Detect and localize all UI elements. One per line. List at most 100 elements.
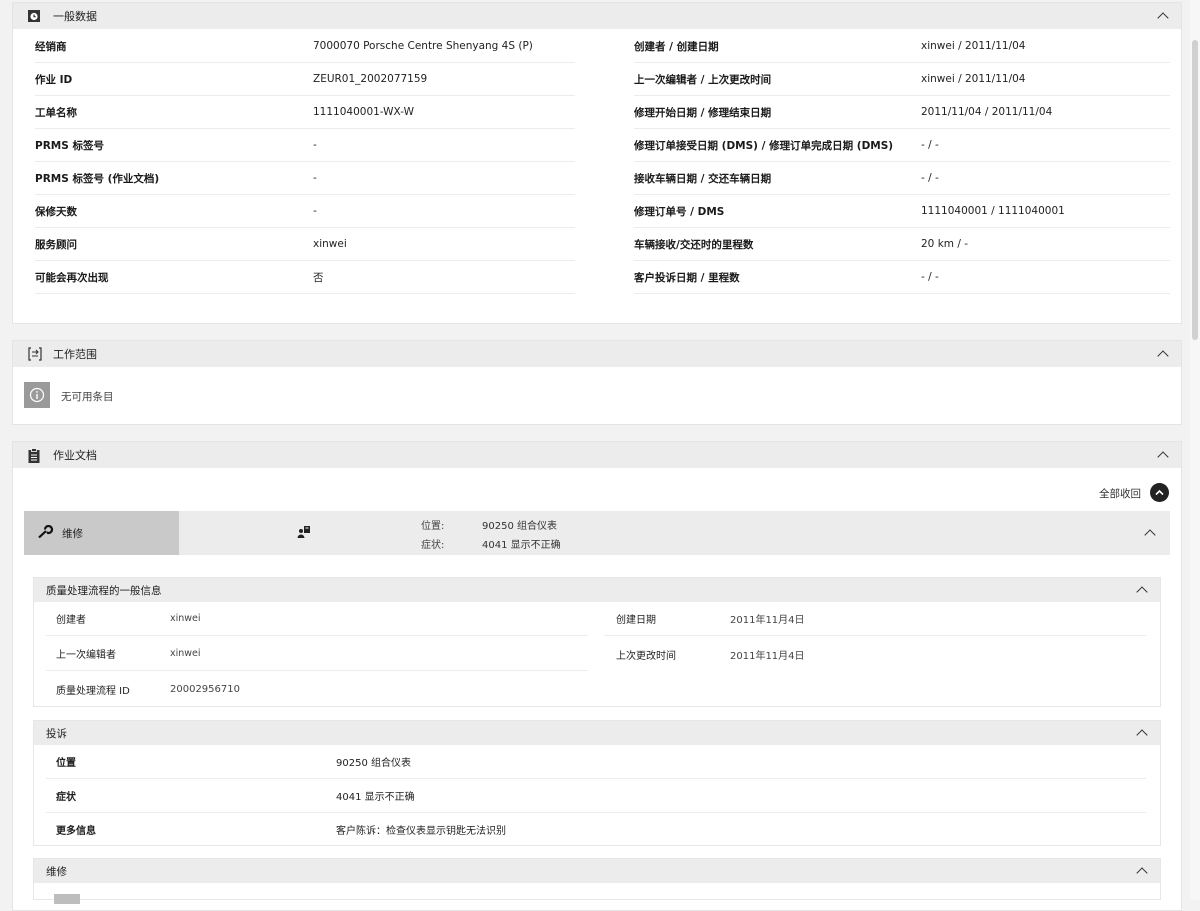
field-label: 上一次编辑者 / 上次更改时间 [634, 73, 772, 86]
field-value: - [313, 172, 317, 184]
info-icon [24, 382, 50, 408]
general-data-header[interactable]: 一般数据 [13, 3, 1181, 29]
chevron-up-icon[interactable] [1136, 729, 1148, 741]
chevron-up-icon[interactable] [1136, 586, 1148, 598]
repair-tab-bar: 维修 位置: 90250 组合仪表 症状: 4041 显示不正确 [24, 511, 1170, 555]
field-value: - / - [921, 172, 939, 184]
field-label: 服务顾问 [35, 238, 77, 251]
wrench-icon [38, 524, 54, 542]
created-date-value: 2011年11月4日 [730, 615, 805, 626]
field-value: 1111040001-WX-W [313, 106, 414, 118]
scrollbar[interactable] [1190, 0, 1200, 900]
field-label: 修理订单接受日期 (DMS) / 修理订单完成日期 (DMS) [634, 139, 894, 152]
general-row-left: 工单名称 1111040001-WX-W [35, 96, 575, 129]
repair-item-icon [54, 894, 80, 904]
chevron-up-icon[interactable] [1136, 867, 1148, 879]
process-id-row: 质量处理流程 ID 20002956710 [46, 672, 588, 706]
creator-label: 创建者 [56, 615, 86, 626]
last-changed-row: 上次更改时间 2011年11月4日 [604, 637, 1146, 671]
repair-header[interactable]: 维修 [34, 859, 1160, 883]
work-scope-header[interactable]: 工作范围 [13, 341, 1181, 367]
general-row-left: 可能会再次出现 否 [35, 261, 575, 294]
field-value: 20 km / - [921, 238, 969, 250]
complaint-symptom-label: 症状 [56, 792, 76, 803]
field-label: PRMS 标签号 [35, 139, 104, 152]
symptom-label: 症状: [421, 540, 445, 551]
complaint-panel: 投诉 位置 90250 组合仪表 症状 4041 显示不正确 更多信息 客户陈诉… [33, 720, 1161, 846]
tab-repair[interactable]: 维修 [24, 511, 179, 555]
field-label: 工单名称 [35, 106, 77, 119]
general-row-left: 作业 ID ZEUR01_2002077159 [35, 63, 575, 96]
general-row-right: 接收车辆日期 / 交还车辆日期 - / - [634, 162, 1170, 195]
complaint-header[interactable]: 投诉 [34, 721, 1160, 745]
created-date-row: 创建日期 2011年11月4日 [604, 602, 1146, 636]
general-row-right: 修理开始日期 / 修理结束日期 2011/11/04 / 2011/11/04 [634, 96, 1170, 129]
chevron-up-icon[interactable] [1157, 350, 1169, 362]
complaint-position-label: 位置 [56, 758, 76, 769]
general-row-right: 修理订单号 / DMS 1111040001 / 1111040001 [634, 195, 1170, 228]
work-scope-panel: 工作范围 无可用条目 [12, 340, 1182, 425]
complaint-position-row: 位置 90250 组合仪表 [46, 745, 1146, 779]
complaint-more-row: 更多信息 客户陈诉：检查仪表显示钥匙无法识别 [46, 812, 1146, 846]
scrollbar-thumb[interactable] [1192, 40, 1198, 340]
general-row-right: 客户投诉日期 / 里程数 - / - [634, 261, 1170, 294]
repair-panel: 维修 [33, 858, 1161, 904]
chevron-up-icon[interactable] [1157, 12, 1169, 24]
no-entries-text: 无可用条目 [61, 391, 114, 403]
creator-row: 创建者 xinwei [46, 602, 588, 636]
chevron-up-icon[interactable] [1144, 529, 1156, 541]
created-date-label: 创建日期 [616, 615, 656, 626]
repair-title: 维修 [46, 865, 67, 878]
field-label: 可能会再次出现 [35, 271, 109, 284]
field-label: 车辆接收/交还时的里程数 [634, 238, 754, 251]
general-row-right: 创建者 / 创建日期 xinwei / 2011/11/04 [634, 30, 1170, 63]
process-id-value: 20002956710 [170, 683, 240, 695]
field-value: 否 [313, 271, 324, 284]
symptom-value: 4041 显示不正确 [482, 540, 561, 551]
clock-box-icon [27, 9, 41, 23]
general-row-left: 保修天数 - [35, 195, 575, 228]
field-value: - / - [921, 139, 939, 151]
last-editor-row: 上一次编辑者 xinwei [46, 637, 588, 671]
job-docs-header[interactable]: 作业文档 [13, 442, 1181, 468]
field-value: - [313, 205, 317, 217]
collapse-all-icon[interactable] [1150, 483, 1169, 502]
last-changed-value: 2011年11月4日 [730, 650, 805, 662]
general-row-left: 经销商 7000070 Porsche Centre Shenyang 4S (P… [35, 30, 575, 63]
field-value: - [313, 139, 317, 151]
person-tag-icon[interactable] [297, 525, 311, 542]
general-row-right: 车辆接收/交还时的里程数 20 km / - [634, 228, 1170, 261]
field-label: 接收车辆日期 / 交还车辆日期 [634, 172, 772, 185]
field-label: 修理开始日期 / 修理结束日期 [634, 106, 772, 119]
field-value: 7000070 Porsche Centre Shenyang 4S (P) [313, 40, 533, 52]
general-row-left: PRMS 标签号 - [35, 129, 575, 162]
general-data-panel: 一般数据 经销商 7000070 Porsche Centre Shenyang … [12, 2, 1182, 324]
general-data-title: 一般数据 [53, 10, 97, 23]
field-value: xinwei / 2011/11/04 [921, 40, 1026, 52]
quality-info-header[interactable]: 质量处理流程的一般信息 [34, 578, 1160, 602]
collapse-all-link[interactable]: 全部收回 [1099, 486, 1141, 501]
field-label: 保修天数 [35, 205, 77, 218]
job-docs-title: 作业文档 [53, 449, 97, 462]
field-value: ZEUR01_2002077159 [313, 73, 428, 85]
last-editor-label: 上一次编辑者 [56, 650, 116, 661]
quality-info-title: 质量处理流程的一般信息 [46, 584, 162, 597]
field-label: 客户投诉日期 / 里程数 [634, 271, 740, 284]
chevron-up-icon[interactable] [1157, 451, 1169, 463]
process-id-label: 质量处理流程 ID [56, 685, 130, 697]
general-row-left: PRMS 标签号 (作业文档) - [35, 162, 575, 195]
complaint-position-value: 90250 组合仪表 [336, 758, 411, 769]
complaint-more-label: 更多信息 [56, 825, 96, 837]
complaint-symptom-value: 4041 显示不正确 [336, 792, 415, 803]
complaint-title: 投诉 [46, 727, 67, 740]
clipboard-icon [27, 448, 41, 463]
quality-info-panel: 质量处理流程的一般信息 创建者 xinwei 创建日期 2011年11月4日 上… [33, 577, 1161, 707]
last-changed-label: 上次更改时间 [616, 650, 676, 662]
field-label: 经销商 [35, 40, 67, 53]
field-value: 1111040001 / 1111040001 [921, 205, 1065, 217]
general-row-right: 修理订单接受日期 (DMS) / 修理订单完成日期 (DMS) - / - [634, 129, 1170, 162]
field-label: 作业 ID [35, 73, 73, 86]
field-value: xinwei / 2011/11/04 [921, 73, 1026, 85]
field-value: 2011/11/04 / 2011/11/04 [921, 106, 1053, 118]
position-label: 位置: [421, 521, 445, 532]
